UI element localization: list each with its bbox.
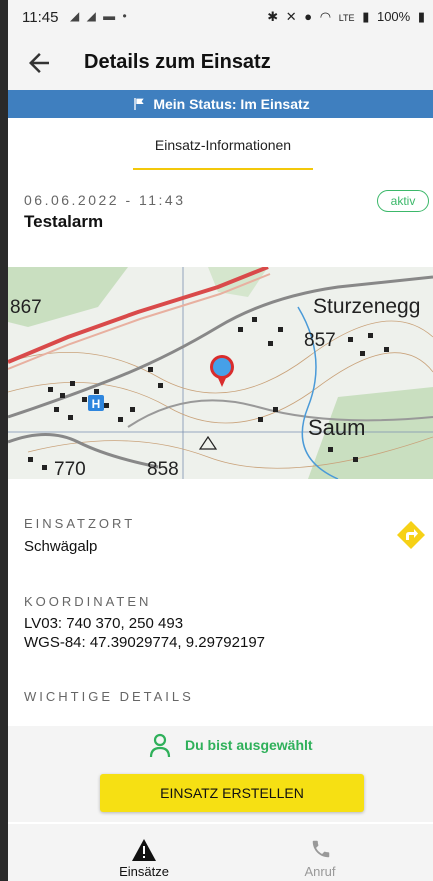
system-indicators: ✱ ✕ ● ◠ LTE ▮ 100% ▮ xyxy=(263,9,425,25)
nav-label-anruf: Anruf xyxy=(304,864,336,879)
phone-icon xyxy=(312,840,330,858)
coordinates-label: KOORDINATEN xyxy=(24,594,152,609)
svg-text:H: H xyxy=(92,397,101,411)
my-status-banner[interactable]: Mein Status: Im Einsatz xyxy=(8,90,433,118)
create-incident-button[interactable]: EINSATZ ERSTELLEN xyxy=(100,774,364,812)
signal-icon: ▮ xyxy=(362,9,370,24)
nav-anruf[interactable]: Anruf xyxy=(214,824,426,881)
map-label-saum: Saum xyxy=(308,415,366,440)
location-value: Schwägalp xyxy=(24,538,98,555)
tab-indicator xyxy=(133,168,313,170)
wifi-icon: ◠ xyxy=(319,9,332,24)
tab-label: Einsatz-Informationen xyxy=(154,137,292,153)
scroll-fade xyxy=(8,706,433,726)
page-title: Details zum Einsatz xyxy=(84,51,271,73)
system-status-bar: 11:45 ◢ ◢ ▬ • ✱ ✕ ● ◠ LTE ▮ 100% ▮ xyxy=(8,0,433,36)
bottom-navigation: Einsätze Anruf xyxy=(8,824,433,881)
arrow-back-icon xyxy=(29,53,49,73)
phone-screen: 11:45 ◢ ◢ ▬ • ✱ ✕ ● ◠ LTE ▮ 100% ▮ Detai… xyxy=(8,0,433,881)
incident-title: Testalarm xyxy=(24,212,104,231)
map-height-867: 867 xyxy=(10,297,42,318)
location-label: EINSATZORT xyxy=(24,516,136,531)
map-height-770: 770 xyxy=(54,459,86,479)
app-bar: Details zum Einsatz xyxy=(8,36,433,90)
notification-icons: ◢ ◢ ▬ • xyxy=(70,9,129,23)
incident-datetime: 06.06.2022 - 11:43 xyxy=(24,192,186,208)
network-type: LTE xyxy=(338,13,355,23)
mute-icon: ✕ xyxy=(285,9,297,24)
bluetooth-icon: ✱ xyxy=(267,9,279,24)
map-label-sturzenegg: Sturzenegg xyxy=(313,295,421,318)
warning-icon xyxy=(132,839,156,861)
location-icon: ● xyxy=(304,9,313,24)
status-badge: aktiv xyxy=(377,190,429,212)
battery-icon: ▮ xyxy=(417,9,425,24)
tab-einsatz-informationen[interactable]: Einsatz-Informationen xyxy=(133,128,313,172)
directions-icon xyxy=(397,521,425,549)
my-status-text: Mein Status: Im Einsatz xyxy=(153,96,310,112)
important-details-label: WICHTIGE DETAILS xyxy=(24,689,194,704)
coordinates-lv03: LV03: 740 370, 250 493 xyxy=(24,615,184,632)
incident-map[interactable]: H Sturzenegg Saum 867 857 770 858 xyxy=(8,267,433,479)
map-height-857: 857 xyxy=(304,330,336,351)
clock: 11:45 xyxy=(22,9,59,26)
map-height-858: 858 xyxy=(147,459,179,479)
person-icon xyxy=(149,733,171,758)
flag-icon xyxy=(134,98,144,110)
navigate-button[interactable] xyxy=(396,520,426,550)
back-button[interactable] xyxy=(24,48,54,78)
coordinates-wgs84: WGS-84: 47.39029774, 9.29792197 xyxy=(24,634,266,651)
selected-status-text: Du bist ausgewählt xyxy=(185,737,313,753)
battery-percent: 100% xyxy=(376,9,411,24)
